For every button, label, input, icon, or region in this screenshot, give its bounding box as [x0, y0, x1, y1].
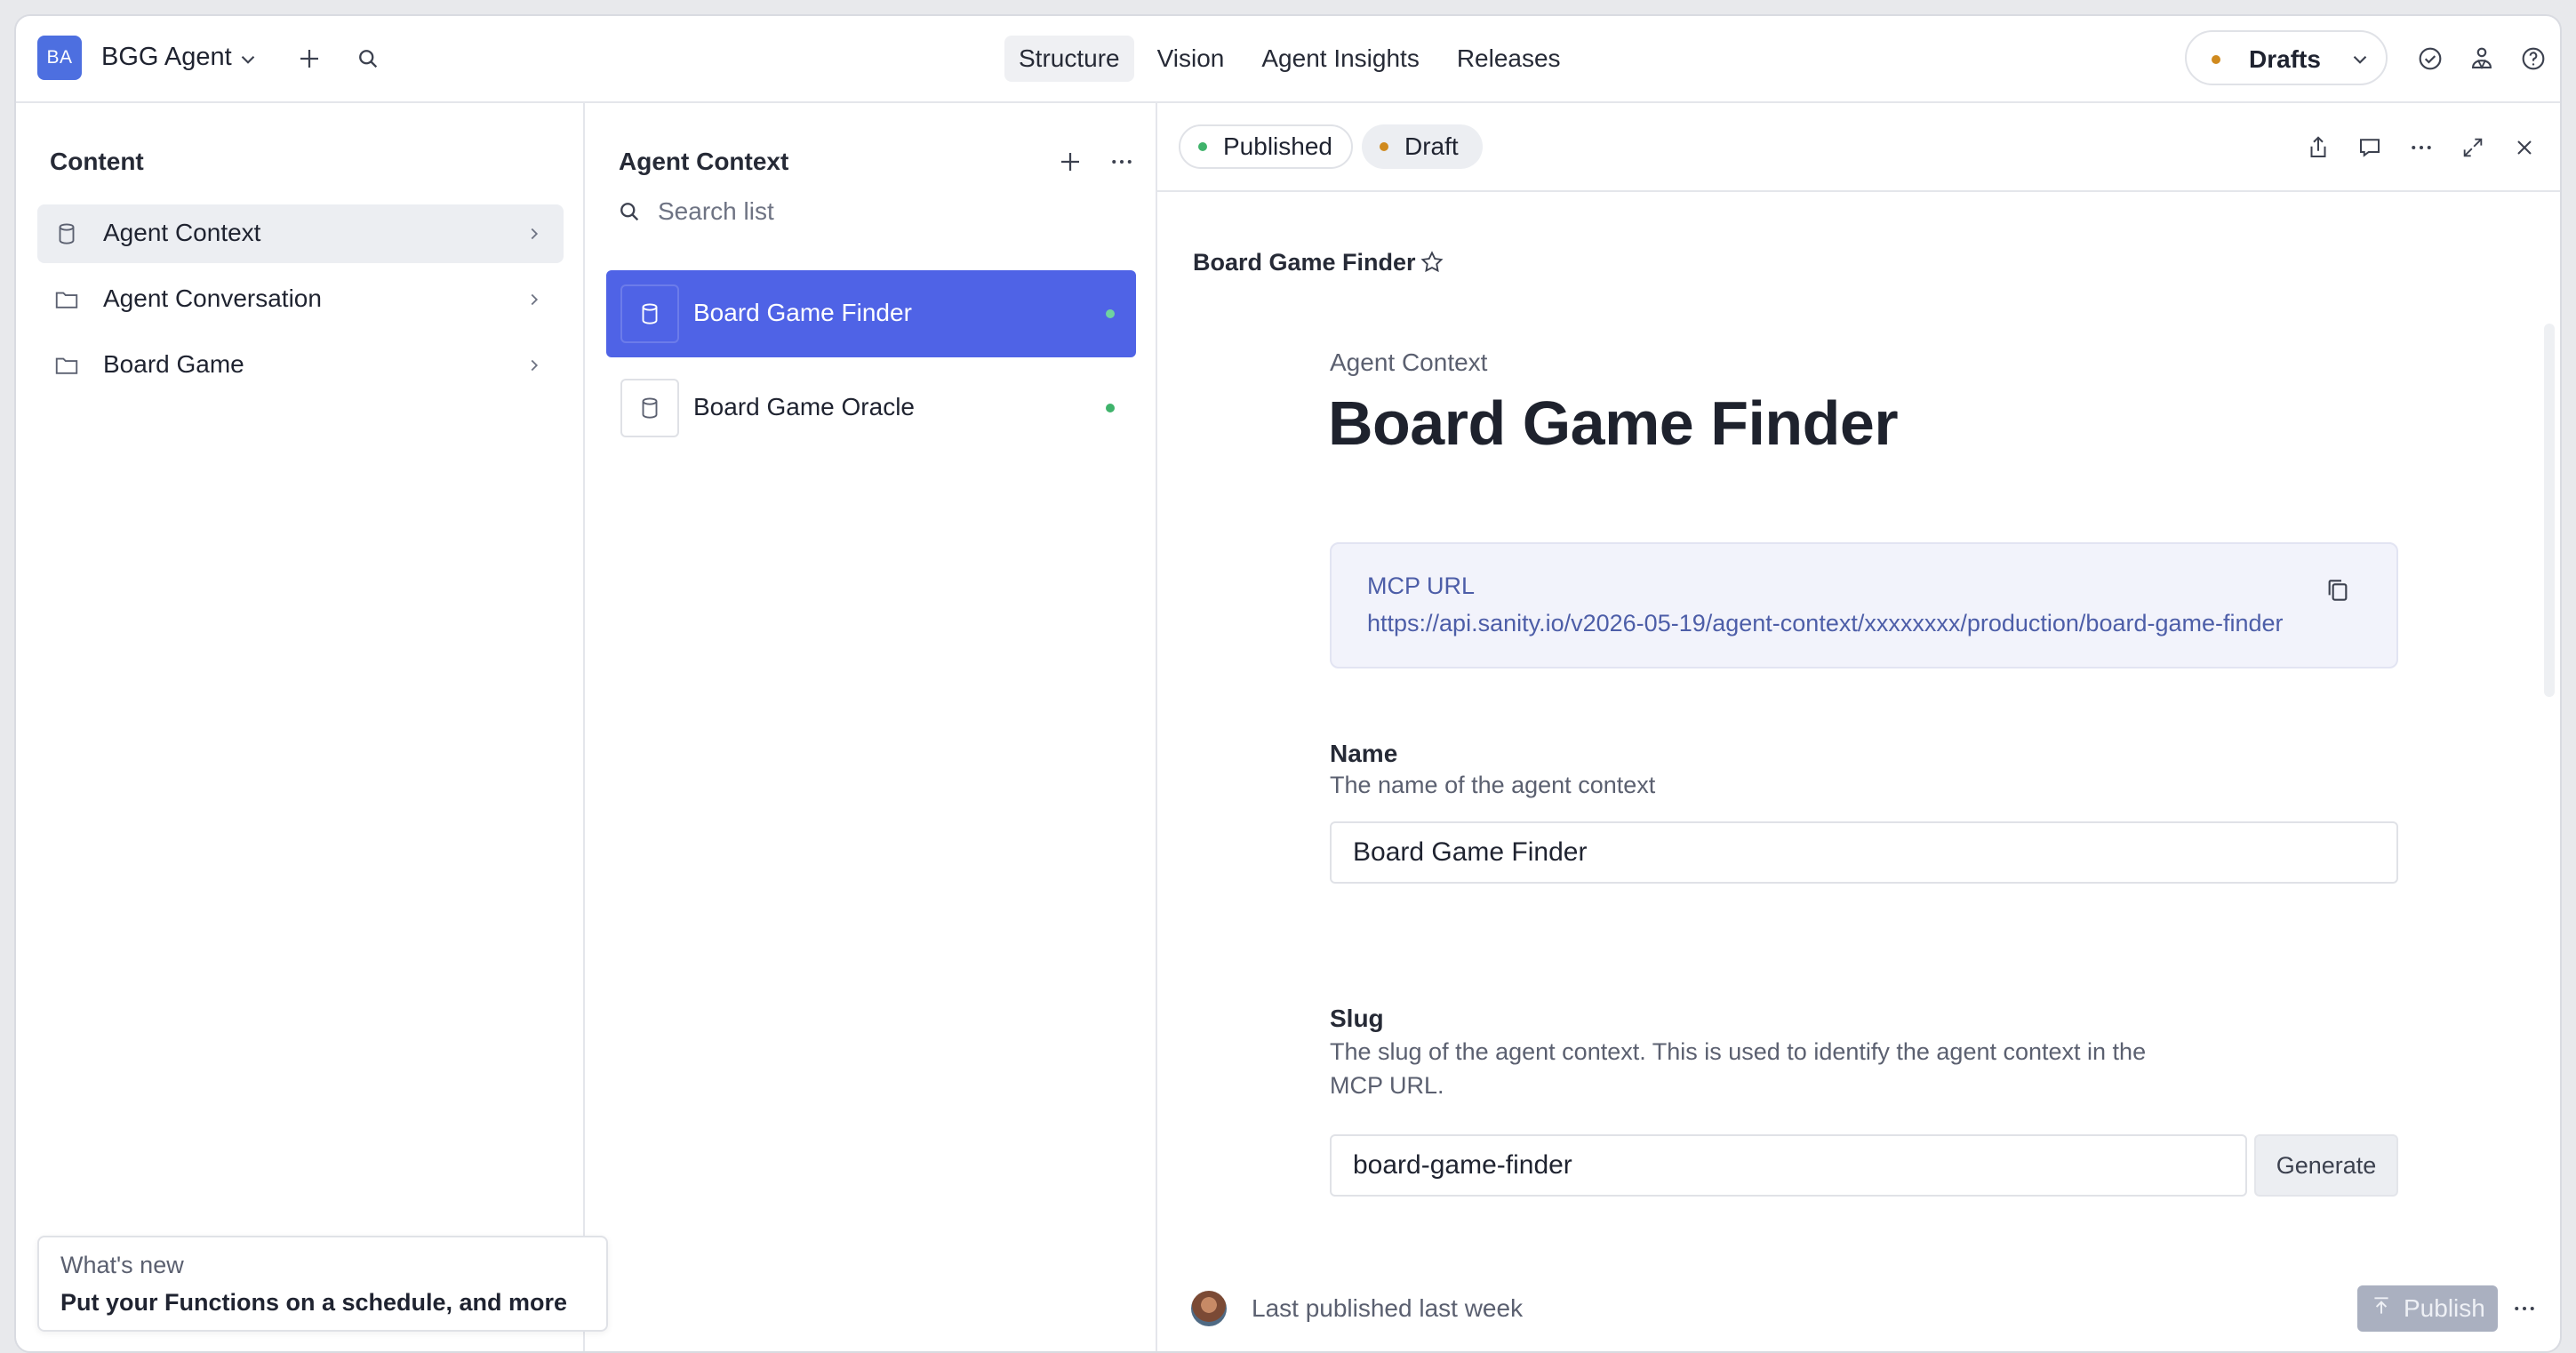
slug-field-label: Slug — [1330, 1005, 1384, 1032]
main-nav-tabs: Structure Vision Agent Insights Releases — [1004, 36, 1575, 82]
content-item-label: Board Game — [103, 350, 244, 378]
search-placeholder: Search list — [658, 197, 774, 225]
folder-icon — [53, 352, 80, 383]
more-actions-icon[interactable] — [2507, 1291, 2542, 1326]
whats-new-toast[interactable]: What's new Put your Functions on a sched… — [37, 1236, 608, 1332]
perspective-select[interactable]: Drafts — [2185, 30, 2388, 85]
content-item-agent-conversation[interactable]: Agent Conversation — [37, 270, 564, 329]
document-scrollbar[interactable] — [2544, 324, 2555, 697]
help-icon[interactable] — [2516, 41, 2551, 76]
community-icon[interactable] — [2464, 41, 2500, 76]
slug-field-description-line-2: MCP URL. — [1330, 1072, 1444, 1099]
slug-field-description-line-1: The slug of the agent context. This is u… — [1330, 1038, 2147, 1065]
name-field-label: Name — [1330, 740, 1398, 767]
workspace-name[interactable]: BGG Agent — [101, 43, 232, 72]
share-icon[interactable] — [2300, 130, 2336, 165]
list-item-board-game-oracle[interactable]: Board Game Oracle — [606, 364, 1136, 452]
chevron-right-icon — [524, 224, 544, 248]
document-title: Board Game Finder — [1328, 388, 1899, 458]
draft-status-dot — [2212, 55, 2220, 64]
perspective-label: Drafts — [2249, 45, 2321, 73]
search-icon[interactable] — [350, 41, 386, 76]
published-status-dot — [1106, 404, 1115, 412]
chevron-down-icon — [2348, 48, 2372, 76]
document-list-pane: Agent Context Search list Board Game Fin… — [585, 103, 1157, 1351]
slug-input[interactable]: board-game-finder — [1330, 1134, 2247, 1197]
search-icon — [617, 199, 642, 228]
top-navbar: BA BGG Agent Structure Vision Agent Insi… — [16, 16, 2560, 103]
list-item-label: Board Game Oracle — [693, 393, 915, 420]
chevron-down-icon[interactable] — [236, 48, 260, 71]
content-item-label: Agent Conversation — [103, 284, 322, 312]
more-options-icon[interactable] — [1104, 144, 1140, 180]
content-pane: Content Agent Context Agent Conversation — [16, 103, 585, 1351]
publish-icon — [2370, 1294, 2393, 1324]
last-published-status: Last published last week — [1252, 1294, 1524, 1322]
tasks-check-icon[interactable] — [2412, 41, 2448, 76]
publish-button[interactable]: Publish — [2357, 1285, 2498, 1332]
whats-new-title: What's new — [60, 1252, 184, 1278]
content-pane-title: Content — [50, 148, 144, 175]
expand-icon[interactable] — [2455, 130, 2491, 165]
content-item-label: Agent Context — [103, 219, 261, 246]
mcp-url-card: MCP URL https://api.sanity.io/v2026-05-1… — [1330, 542, 2398, 668]
published-version-chip[interactable]: Published — [1179, 124, 1353, 169]
published-label: Published — [1223, 132, 1332, 160]
content-item-agent-context[interactable]: Agent Context — [37, 204, 564, 263]
document-type-label: Agent Context — [1330, 348, 1488, 376]
list-item-board-game-finder[interactable]: Board Game Finder — [606, 270, 1136, 357]
publish-label: Publish — [2404, 1294, 2485, 1322]
studio-window: BA BGG Agent Structure Vision Agent Insi… — [14, 14, 2562, 1353]
mcp-url-label: MCP URL — [1367, 572, 1476, 599]
generate-slug-button[interactable]: Generate — [2254, 1134, 2398, 1197]
database-icon — [620, 379, 679, 437]
name-input[interactable]: Board Game Finder — [1330, 821, 2398, 884]
folder-icon — [53, 286, 80, 317]
mcp-url-value: https://api.sanity.io/v2026-05-19/agent-… — [1367, 610, 2284, 636]
draft-label: Draft — [1404, 132, 1459, 160]
workspace-avatar[interactable]: BA — [37, 36, 82, 80]
list-search-input[interactable]: Search list — [617, 192, 1132, 235]
list-pane-title: Agent Context — [619, 148, 789, 175]
content-item-board-game[interactable]: Board Game — [37, 336, 564, 395]
tab-releases[interactable]: Releases — [1443, 36, 1575, 82]
database-icon — [620, 284, 679, 343]
whats-new-text: Put your Functions on a schedule, and mo… — [60, 1289, 568, 1316]
chevron-right-icon — [524, 356, 544, 380]
add-icon[interactable] — [292, 41, 327, 76]
chevron-right-icon — [524, 290, 544, 314]
tab-structure[interactable]: Structure — [1004, 36, 1134, 82]
star-icon[interactable] — [1417, 247, 1447, 277]
list-item-label: Board Game Finder — [693, 299, 912, 326]
avatar — [1191, 1291, 1227, 1326]
tab-vision[interactable]: Vision — [1143, 36, 1239, 82]
document-editor-pane: Published Draft Board Game Finder Agent … — [1157, 103, 2560, 1351]
document-header: Published Draft — [1157, 103, 2560, 192]
published-status-dot — [1198, 142, 1207, 151]
create-document-icon[interactable] — [1052, 144, 1088, 180]
name-field-description: The name of the agent context — [1330, 772, 1656, 798]
draft-version-chip[interactable]: Draft — [1362, 124, 1483, 169]
close-icon[interactable] — [2507, 130, 2542, 165]
more-options-icon[interactable] — [2404, 130, 2439, 165]
document-header-title: Board Game Finder — [1193, 249, 1416, 276]
tab-agent-insights[interactable]: Agent Insights — [1247, 36, 1433, 82]
published-status-dot — [1106, 309, 1115, 318]
comments-icon[interactable] — [2352, 130, 2388, 165]
database-icon — [53, 220, 80, 252]
draft-status-dot — [1380, 142, 1388, 151]
copy-icon[interactable] — [2324, 576, 2352, 609]
